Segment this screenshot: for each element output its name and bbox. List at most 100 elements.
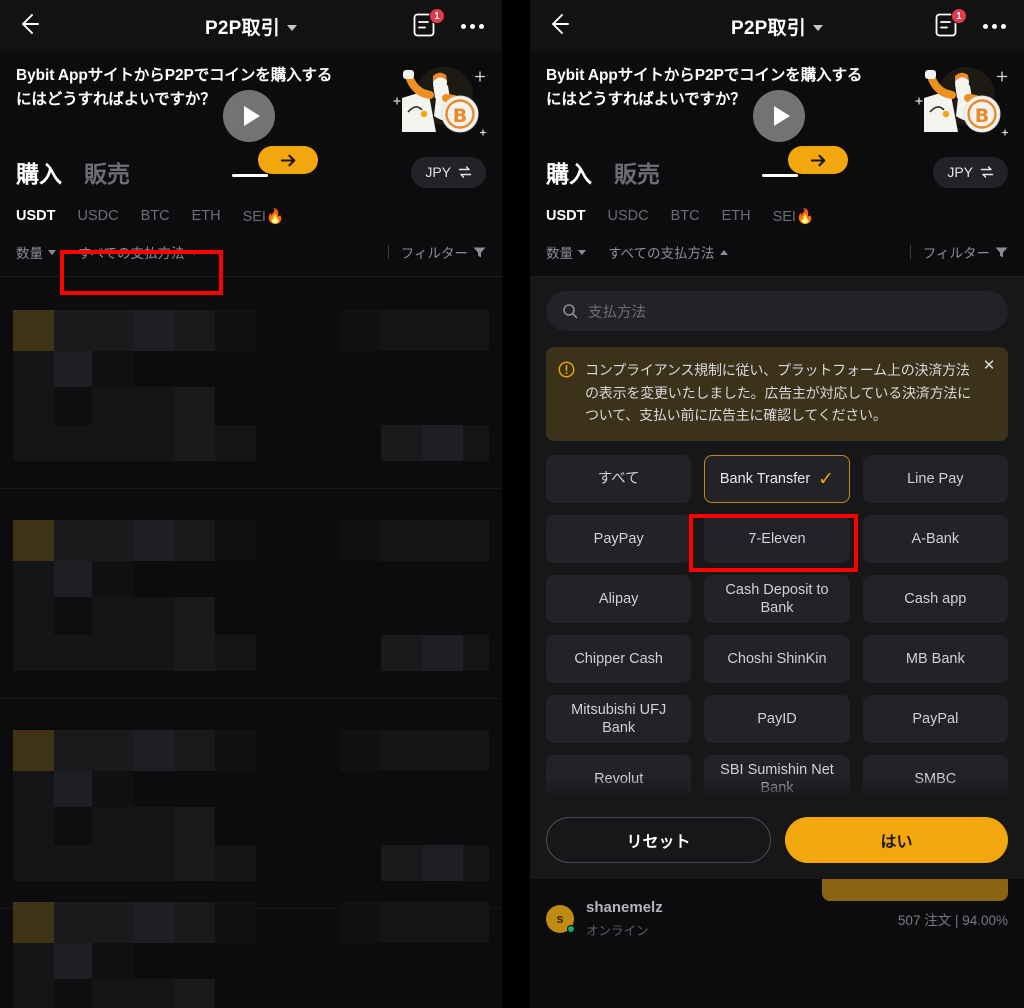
payment-method-filter-open[interactable]: すべての支払方法 [608, 242, 728, 262]
amount-filter[interactable]: 数量 [546, 242, 586, 262]
close-icon[interactable]: ✕ [981, 358, 997, 374]
payment-method-option[interactable]: PayID [704, 695, 850, 744]
tab-sell[interactable]: 販売 [614, 155, 660, 189]
tab-buy[interactable]: 購入 [16, 155, 62, 189]
censored-block [0, 698, 502, 699]
arrow-right-icon[interactable] [258, 146, 318, 174]
censored-block [0, 488, 502, 489]
payment-method-option[interactable]: MB Bank [862, 635, 1008, 684]
censored-block [215, 425, 256, 461]
search-input[interactable]: 支払方法 [546, 291, 1008, 331]
reset-button[interactable]: リセット [546, 817, 771, 864]
document-list-icon[interactable]: 1 [935, 8, 967, 39]
tab-sell[interactable]: 販売 [84, 155, 130, 189]
filter-row-right: 数量 すべての支払方法 フィルター [530, 230, 1024, 276]
censored-block [463, 310, 489, 351]
payment-method-option[interactable]: A-Bank [862, 515, 1008, 564]
censored-block [13, 520, 54, 561]
payment-method-label: Choshi ShinKin [727, 650, 827, 667]
tab-buy[interactable]: 購入 [546, 155, 592, 189]
payment-method-option[interactable]: Bank Transfer ✓ [704, 455, 850, 504]
filter-right-group: フィルター [387, 242, 486, 262]
censored-block [133, 635, 174, 671]
censored-block [13, 351, 54, 387]
orders-badge: 1 [429, 8, 445, 24]
merchant-status: オンライン [586, 923, 649, 938]
payment-method-option[interactable]: Line Pay [862, 455, 1008, 504]
censored-block [133, 730, 174, 771]
payment-method-label: Line Pay [907, 470, 964, 487]
filter-right-group: フィルター [909, 242, 1008, 262]
payment-method-option[interactable]: SMBC [862, 755, 1008, 804]
censored-block [54, 635, 92, 671]
play-icon[interactable] [753, 90, 805, 142]
merchant-stats: 507 注文 | 94.00% [897, 912, 1008, 928]
censored-block [174, 597, 215, 635]
search-icon [563, 304, 578, 319]
censored-block [13, 387, 54, 425]
peek-buy-button[interactable] [822, 879, 1008, 902]
coin-tab-eth[interactable]: ETH [192, 208, 221, 224]
more-horizontal-icon[interactable] [459, 16, 486, 37]
censored-block [174, 635, 215, 671]
back-icon[interactable] [546, 11, 576, 41]
amount-filter[interactable]: 数量 [16, 242, 56, 262]
payment-method-filter-label: すべての支払方法 [78, 246, 185, 261]
censored-block [463, 425, 489, 461]
payment-method-label: Revolut [594, 770, 644, 787]
fire-icon: 🔥 [265, 208, 285, 225]
currency-selector[interactable]: JPY [411, 156, 486, 188]
payment-method-option[interactable]: Chipper Cash [546, 635, 692, 684]
coin-tab-usdt[interactable]: USDT [16, 208, 55, 224]
payment-method-option[interactable]: 7-Eleven [704, 515, 850, 564]
promo-text: Bybit AppサイトからP2Pでコインを購入するにはどうすればよいですか？ [16, 67, 333, 109]
amount-filter-label: 数量 [16, 246, 43, 261]
filter-button[interactable]: フィルター [401, 242, 486, 262]
coin-tab-btc[interactable]: BTC [671, 208, 700, 224]
coin-tab-btc[interactable]: BTC [141, 208, 170, 224]
currency-selector[interactable]: JPY [933, 156, 1008, 188]
trade-tabs-left: 購入 販売 JPY [0, 140, 502, 194]
promo-banner-left[interactable]: Bybit AppサイトからP2Pでコインを購入するにはどうすればよいですか？ [0, 52, 502, 177]
payment-method-option[interactable]: Cash app [862, 575, 1008, 624]
orders-badge: 1 [951, 8, 967, 24]
censored-block [13, 310, 54, 351]
confirm-button[interactable]: はい [785, 817, 1008, 864]
payment-method-option[interactable]: Choshi ShinKin [704, 635, 850, 684]
payment-method-option[interactable]: SBI Sumishin Net Bank [704, 755, 850, 804]
censored-block [92, 902, 133, 943]
payment-method-option[interactable]: PayPay [546, 515, 692, 564]
chevron-down-icon[interactable] [286, 24, 297, 31]
coin-tab-sei[interactable]: SEI🔥 [773, 208, 814, 225]
chevron-down-icon [189, 249, 198, 255]
payment-method-option[interactable]: Mitsubishi UFJ Bank [546, 695, 692, 744]
arrow-right-icon[interactable] [788, 146, 848, 174]
censored-block [54, 943, 92, 979]
censored-block [13, 730, 54, 771]
filter-button[interactable]: フィルター [923, 242, 1008, 262]
coin-tab-sei-label: SEI [772, 208, 796, 225]
swap-icon [458, 166, 472, 178]
censored-block [13, 943, 54, 979]
payment-method-option[interactable]: Revolut [546, 755, 692, 804]
payment-method-option[interactable]: すべて [546, 455, 692, 504]
chevron-down-icon[interactable] [812, 24, 823, 31]
payment-method-filter[interactable]: すべての支払方法 [78, 242, 198, 262]
coin-tab-usdc[interactable]: USDC [607, 208, 648, 224]
payment-method-option[interactable]: Cash Deposit to Bank [704, 575, 850, 624]
play-icon[interactable] [223, 90, 275, 142]
divider [909, 245, 911, 259]
censored-block [92, 943, 133, 979]
payment-method-option[interactable]: PayPal [862, 695, 1008, 744]
back-icon[interactable] [16, 11, 46, 41]
payment-method-option[interactable]: Alipay [546, 575, 692, 624]
coin-tab-sei[interactable]: SEI🔥 [243, 208, 284, 225]
promo-banner-right[interactable]: Bybit AppサイトからP2Pでコインを購入するにはどうすればよいですか？ [530, 52, 1024, 177]
coin-tab-usdc[interactable]: USDC [77, 208, 118, 224]
coin-tab-eth[interactable]: ETH [722, 208, 751, 224]
coin-tab-usdt[interactable]: USDT [546, 208, 585, 224]
censored-block [13, 902, 54, 943]
censored-block [133, 845, 174, 881]
more-horizontal-icon[interactable] [981, 16, 1008, 37]
document-list-icon[interactable]: 1 [413, 8, 445, 39]
